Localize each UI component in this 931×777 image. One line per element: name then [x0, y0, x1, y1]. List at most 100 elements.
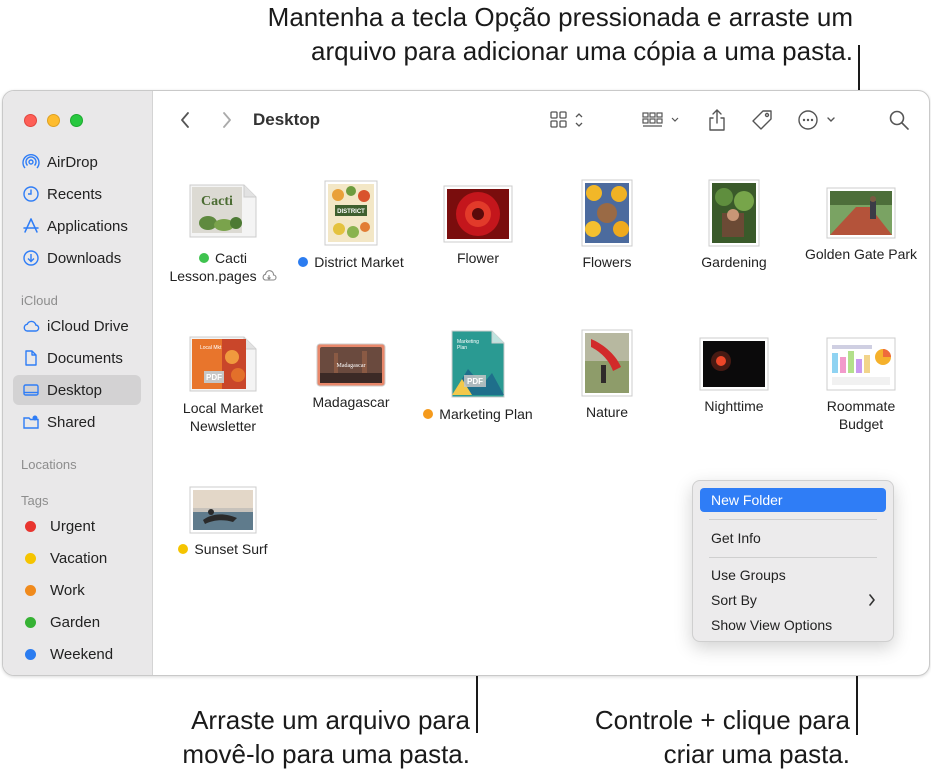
icon-view-grid-icon [550, 111, 583, 128]
golden-gate-park-thumbnail [826, 187, 896, 239]
sidebar: AirDrop Recents Applications Downloads i… [3, 91, 153, 675]
minimize-button[interactable] [47, 114, 60, 127]
district-market-thumbnail: DISTRICT [324, 180, 378, 246]
file-sunset-surf[interactable]: Sunset Surf [158, 486, 288, 558]
callout-bl-line1: Arraste um arquivo para [191, 705, 470, 735]
tag-button[interactable] [749, 107, 775, 133]
file-label-text: Madagascar [312, 394, 390, 410]
menu-item-use-groups[interactable]: Use Groups [700, 563, 886, 587]
sidebar-tag-work[interactable]: Work [13, 575, 141, 605]
back-button[interactable] [173, 107, 197, 133]
share-icon [709, 109, 725, 131]
file-local-market-newsletter[interactable]: Local Mkt PDF Local Market Newsletter [158, 329, 288, 435]
forward-button[interactable] [215, 107, 239, 133]
file-label-line2: Newsletter [189, 418, 257, 434]
chevron-right-icon [223, 112, 231, 128]
close-button[interactable] [24, 114, 37, 127]
file-label: Flower [413, 249, 543, 267]
share-button[interactable] [705, 107, 729, 133]
context-menu: New Folder Get Info Use Groups Sort By S… [692, 480, 894, 642]
svg-text:Local Mkt: Local Mkt [200, 345, 222, 351]
file-nighttime[interactable]: Nighttime [669, 329, 799, 415]
pdf-document-thumbnail: Local Mkt PDF [189, 336, 257, 392]
menu-item-get-info[interactable]: Get Info [700, 526, 886, 550]
shared-folder-icon [22, 413, 40, 431]
group-button[interactable] [641, 107, 685, 133]
sidebar-item-airdrop[interactable]: AirDrop [13, 147, 141, 177]
menu-separator [709, 519, 877, 520]
sidebar-heading-locations: Locations [21, 457, 77, 472]
sidebar-item-desktop[interactable]: Desktop [13, 375, 141, 405]
sidebar-item-icloud-drive[interactable]: iCloud Drive [13, 311, 141, 341]
sidebar-tag-vacation[interactable]: Vacation [13, 543, 141, 573]
file-label-text: Sunset Surf [194, 541, 268, 557]
sunset-surf-photo-thumbnail [189, 486, 257, 534]
file-cacti-lesson[interactable]: Cacti Cacti Lesson.pages [158, 179, 288, 285]
sidebar-item-downloads[interactable]: Downloads [13, 243, 141, 273]
file-label-text: Nighttime [704, 398, 764, 414]
sidebar-item-recents[interactable]: Recents [13, 179, 141, 209]
file-golden-gate-park[interactable]: Golden Gate Park [796, 179, 926, 263]
callout-top-line1: Mantenha a tecla Opção pressionada e arr… [267, 2, 853, 32]
tag-dot-green [25, 616, 36, 628]
chevron-right-icon [869, 594, 875, 606]
file-label: Flowers [542, 253, 672, 271]
sidebar-item-label: Urgent [50, 517, 96, 535]
file-gardening[interactable]: Gardening [669, 179, 799, 271]
view-mode-button[interactable] [548, 107, 590, 133]
chevron-left-icon [181, 112, 189, 128]
pdf-document-thumbnail: Marketing Plan PDF [451, 330, 505, 398]
tag-icon [752, 110, 772, 130]
sidebar-tag-urgent[interactable]: Urgent [13, 511, 141, 541]
sidebar-item-label: Desktop [47, 381, 103, 399]
svg-text:PDF: PDF [206, 373, 222, 382]
file-label-text: Flower [456, 250, 499, 266]
menu-separator [709, 557, 877, 558]
callout-drag-move: Arraste um arquivo para movê-lo para uma… [140, 703, 470, 771]
sidebar-tag-weekend[interactable]: Weekend [13, 639, 141, 669]
file-label: Sunset Surf [158, 540, 288, 558]
pages-document-thumbnail: Cacti [189, 184, 257, 238]
callout-br-line1: Controle + clique para [594, 705, 850, 735]
more-actions-button[interactable] [797, 107, 839, 133]
menu-item-show-view-options[interactable]: Show View Options [700, 613, 886, 637]
flower-photo-thumbnail [443, 185, 513, 243]
search-button[interactable] [887, 107, 911, 133]
applications-icon [22, 217, 40, 235]
sidebar-item-shared[interactable]: Shared [13, 407, 141, 437]
file-label-line1: Local Market [182, 400, 264, 416]
sidebar-item-applications[interactable]: Applications [13, 211, 141, 241]
numbers-spreadsheet-thumbnail [826, 337, 896, 391]
madagascar-thumbnail: Madagascar [316, 343, 386, 387]
file-label-text: District Market [314, 254, 404, 270]
sidebar-tag-garden[interactable]: Garden [13, 607, 141, 637]
file-label: Golden Gate Park [796, 245, 926, 263]
file-label-line1: Cacti [215, 250, 247, 266]
flowers-photo-thumbnail [581, 179, 633, 247]
tag-dot-blue [298, 257, 309, 267]
sidebar-item-documents[interactable]: Documents [13, 343, 141, 373]
file-label-text: Marketing Plan [439, 406, 533, 422]
file-flower[interactable]: Flower [413, 179, 543, 267]
file-flowers[interactable]: Flowers [542, 179, 672, 271]
sidebar-item-label: Applications [47, 217, 128, 235]
menu-item-sort-by[interactable]: Sort By [700, 588, 886, 612]
callout-br-line2: criar uma pasta. [663, 739, 850, 769]
download-icon [22, 249, 40, 267]
sidebar-item-label: Documents [47, 349, 123, 367]
search-icon [889, 110, 909, 130]
menu-item-new-folder[interactable]: New Folder [700, 488, 886, 512]
file-marketing-plan[interactable]: Marketing Plan PDF Marketing Plan [413, 329, 543, 423]
tag-dot-orange [25, 584, 36, 596]
sidebar-item-label: Work [50, 581, 85, 599]
file-madagascar[interactable]: Madagascar Madagascar [286, 329, 416, 411]
file-label: District Market [286, 253, 416, 271]
file-label-line2: Budget [838, 416, 884, 432]
airdrop-icon [22, 153, 40, 171]
file-roommate-budget[interactable]: Roommate Budget [796, 329, 926, 433]
zoom-button[interactable] [70, 114, 83, 127]
file-label: Marketing Plan [413, 405, 543, 423]
file-nature[interactable]: Nature [542, 329, 672, 421]
svg-text:PDF: PDF [467, 377, 483, 386]
file-district-market[interactable]: DISTRICT District Market [286, 179, 416, 271]
